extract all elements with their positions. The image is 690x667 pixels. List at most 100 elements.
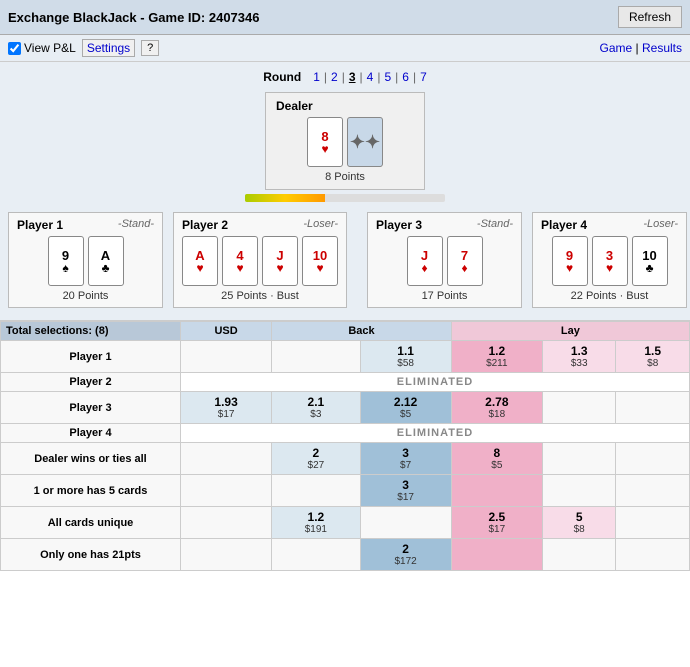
cell-empty xyxy=(616,507,690,539)
cell-back-2.12[interactable]: 2.12 $5 xyxy=(360,392,451,424)
settings-link[interactable]: Settings xyxy=(82,39,135,57)
table-row: Player 1 1.1 $58 1.2 $211 1.3 $33 1.5 $8 xyxy=(1,341,690,373)
cell-empty xyxy=(542,539,616,571)
dealer-card-2: ✦✦ xyxy=(347,117,383,167)
player-2-points: 25 Points · Bust xyxy=(182,290,338,302)
cell-back-1.1[interactable]: 1.1 $58 xyxy=(360,341,451,373)
player-3-points: 17 Points xyxy=(376,290,513,302)
cell-lay-2.78[interactable]: 2.78 $18 xyxy=(451,392,542,424)
player-4-header: Player 4 -Loser- xyxy=(541,218,678,232)
player-3-cards: J ♦ 7 ♦ xyxy=(376,236,513,286)
round-tab-6[interactable]: 6 xyxy=(402,70,409,84)
cell-empty xyxy=(181,539,272,571)
table-row: Player 3 1.93 $17 2.1 $3 2.12 $5 2.78 $1… xyxy=(1,392,690,424)
cell-lay-2.5[interactable]: 2.5 $17 xyxy=(451,507,542,539)
player-4-card-2: 3 ♥ xyxy=(592,236,628,286)
round-tab-7[interactable]: 7 xyxy=(420,70,427,84)
table-row: Dealer wins or ties all 2 $27 3 $7 8 $5 xyxy=(1,443,690,475)
player-2-row-label: Player 2 xyxy=(1,373,181,392)
player-4-box: Player 4 -Loser- 9 ♥ 3 ♥ 10 ♣ 22 Points … xyxy=(532,212,687,308)
cell-empty xyxy=(272,475,360,507)
player-2-card-3: J ♥ xyxy=(262,236,298,286)
subheader-left: View P&L Settings ? xyxy=(8,39,159,57)
cell-lay-1.2[interactable]: 1.2 $211 xyxy=(451,341,542,373)
player-1-header: Player 1 -Stand- xyxy=(17,218,154,232)
cell-back-3b[interactable]: 3 $17 xyxy=(360,475,451,507)
cell-back-3[interactable]: 3 $7 xyxy=(360,443,451,475)
cell-lay-21[interactable] xyxy=(451,539,542,571)
cell-empty xyxy=(181,475,272,507)
header-lay: Lay xyxy=(451,322,689,341)
cell-lay-5cards[interactable] xyxy=(451,475,542,507)
help-button[interactable]: ? xyxy=(141,40,159,56)
cell-lay-5[interactable]: 5 $8 xyxy=(542,507,616,539)
table-header-row: Total selections: (8) USD Back Lay xyxy=(1,322,690,341)
middle-players: Player 2 -Loser- A ♥ 4 ♥ J ♥ xyxy=(163,212,532,308)
cell-back-2b[interactable]: 2 $172 xyxy=(360,539,451,571)
dealer-section: Dealer 8 ♥ ✦✦ 8 Points xyxy=(8,92,682,202)
header-currency: USD xyxy=(181,322,272,341)
cell-back-1.93[interactable]: 1.93 $17 xyxy=(181,392,272,424)
player-3-box: Player 3 -Stand- J ♦ 7 ♦ 17 Points xyxy=(367,212,522,308)
cell-empty xyxy=(181,341,272,373)
cell-lay-1.3[interactable]: 1.3 $33 xyxy=(542,341,616,373)
player-4-card-3: 10 ♣ xyxy=(632,236,668,286)
game-link[interactable]: Game xyxy=(599,41,632,55)
cell-empty xyxy=(181,443,272,475)
subheader-right: Game | Results xyxy=(599,41,682,55)
player-4-status: -Loser- xyxy=(643,218,678,232)
player-3-header: Player 3 -Stand- xyxy=(376,218,513,232)
table-row: Player 2 ELIMINATED xyxy=(1,373,690,392)
dealer-cards: 8 ♥ ✦✦ xyxy=(276,117,414,167)
round-tab-1[interactable]: 1 xyxy=(313,70,320,84)
player-2-card-2: 4 ♥ xyxy=(222,236,258,286)
player-2-status: -Loser- xyxy=(303,218,338,232)
player-3-card-1: J ♦ xyxy=(407,236,443,286)
dealer-label: Dealer xyxy=(276,99,414,113)
header: Exchange BlackJack - Game ID: 2407346 Re… xyxy=(0,0,690,35)
progress-bar-fill xyxy=(245,194,325,202)
round-tab-5[interactable]: 5 xyxy=(384,70,391,84)
cell-empty xyxy=(272,341,360,373)
cell-empty xyxy=(360,507,451,539)
cell-empty xyxy=(616,475,690,507)
cell-back-2[interactable]: 2 $27 xyxy=(272,443,360,475)
cell-empty xyxy=(616,392,690,424)
pnl-checkbox-input[interactable] xyxy=(8,42,21,55)
round-tab-3[interactable]: 3 xyxy=(349,70,356,84)
round-tab-4[interactable]: 4 xyxy=(367,70,374,84)
only-one-21-label: Only one has 21pts xyxy=(1,539,181,571)
header-selections: Total selections: (8) xyxy=(1,322,181,341)
view-pnl-checkbox[interactable]: View P&L xyxy=(8,41,76,55)
nav-sep: | xyxy=(636,41,639,55)
table-row: 1 or more has 5 cards 3 $17 xyxy=(1,475,690,507)
refresh-button[interactable]: Refresh xyxy=(618,6,682,28)
table-row: Only one has 21pts 2 $172 xyxy=(1,539,690,571)
dealer-wins-label: Dealer wins or ties all xyxy=(1,443,181,475)
cell-empty xyxy=(542,443,616,475)
player-3-row-label: Player 3 xyxy=(1,392,181,424)
dealer-box: Dealer 8 ♥ ✦✦ 8 Points xyxy=(265,92,425,190)
players-layout: Player 1 -Stand- 9 ♠ A ♣ 20 Points Playe xyxy=(8,212,682,308)
cell-back-1.2[interactable]: 1.2 $191 xyxy=(272,507,360,539)
five-cards-label: 1 or more has 5 cards xyxy=(1,475,181,507)
player-1-cards: 9 ♠ A ♣ xyxy=(17,236,154,286)
cell-back-2.1[interactable]: 2.1 $3 xyxy=(272,392,360,424)
page-title: Exchange BlackJack - Game ID: 2407346 xyxy=(8,10,259,25)
player-2-eliminated: ELIMINATED xyxy=(181,373,690,392)
subheader: View P&L Settings ? Game | Results xyxy=(0,35,690,62)
player-1-card-1: 9 ♠ xyxy=(48,236,84,286)
results-link[interactable]: Results xyxy=(642,41,682,55)
dealer-card-1: 8 ♥ xyxy=(307,117,343,167)
player-3-status: -Stand- xyxy=(477,218,513,232)
cell-lay-1.5[interactable]: 1.5 $8 xyxy=(616,341,690,373)
player-4-cards: 9 ♥ 3 ♥ 10 ♣ xyxy=(541,236,678,286)
cell-lay-8[interactable]: 8 $5 xyxy=(451,443,542,475)
round-tab-2[interactable]: 2 xyxy=(331,70,338,84)
player-2-cards: A ♥ 4 ♥ J ♥ 10 ♥ xyxy=(182,236,338,286)
round-row: Round 1 | 2 | 3 | 4 | 5 | 6 | 7 xyxy=(8,70,682,84)
cell-empty xyxy=(616,443,690,475)
player-4-eliminated: ELIMINATED xyxy=(181,424,690,443)
player-1-box: Player 1 -Stand- 9 ♠ A ♣ 20 Points xyxy=(8,212,163,308)
cell-empty xyxy=(542,392,616,424)
